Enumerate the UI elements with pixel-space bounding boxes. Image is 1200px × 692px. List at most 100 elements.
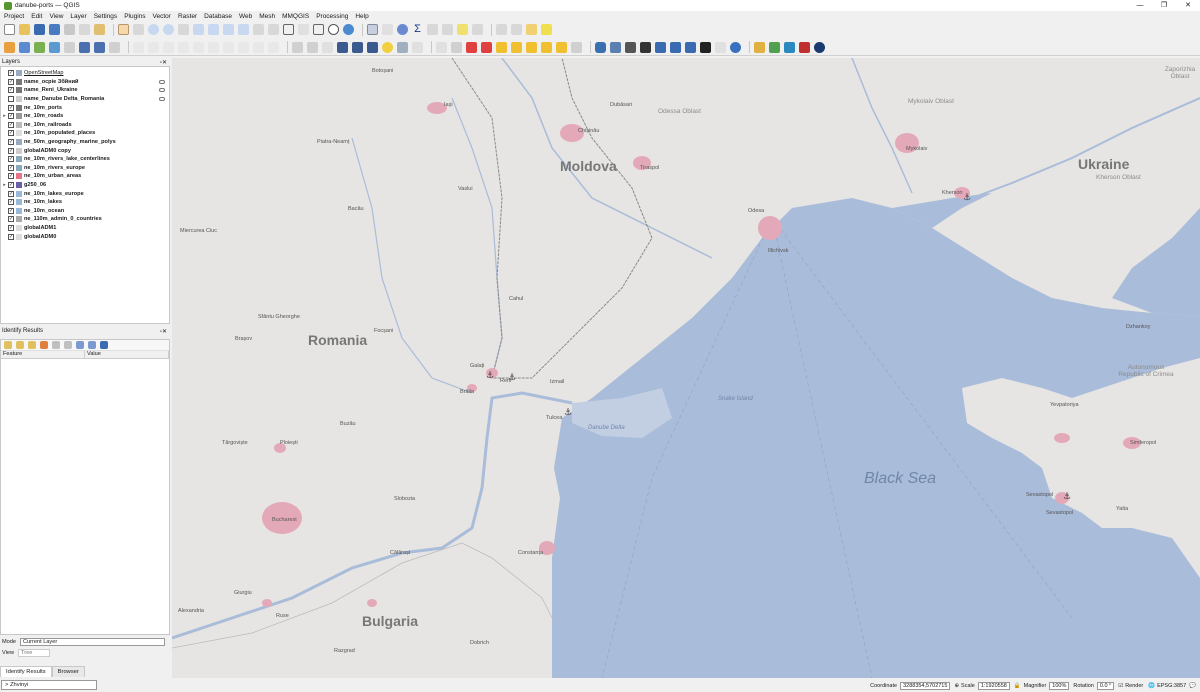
label-tool-icon[interactable] <box>292 41 303 53</box>
print-layout-icon[interactable] <box>64 24 75 35</box>
expand-new-icon[interactable] <box>28 341 36 349</box>
expand-arrow-icon[interactable]: ▸ <box>1 182 8 188</box>
view-select[interactable]: Tree <box>18 648 51 657</box>
layer-row[interactable]: ✓ globalADM0 <box>1 232 169 241</box>
save-project-icon[interactable] <box>34 24 45 35</box>
map-tips-icon[interactable] <box>472 24 483 35</box>
mmqgis-tool-icon[interactable] <box>436 41 447 53</box>
layer-row[interactable]: ✓ ne_10m_rivers_lake_centerlines <box>1 155 169 164</box>
layer-visibility-checkbox[interactable]: ✓ <box>8 207 14 214</box>
select-by-value-icon[interactable] <box>511 24 522 35</box>
vertex-tool-icon[interactable] <box>178 41 189 53</box>
script-icon[interactable] <box>715 41 726 53</box>
copy-features-icon[interactable] <box>223 41 234 53</box>
menu-view[interactable]: View <box>49 13 63 20</box>
add-vector-layer-icon[interactable] <box>34 41 45 53</box>
network-plugin-icon[interactable] <box>784 41 795 53</box>
select-features-icon[interactable] <box>496 24 507 35</box>
folder-plugin-icon[interactable] <box>754 41 765 53</box>
identify-features-icon[interactable] <box>367 24 378 35</box>
add-wms-layer-icon[interactable] <box>94 41 105 53</box>
zoom-native-icon[interactable] <box>238 24 249 35</box>
layer-row[interactable]: name_Danube Delta_Romania <box>1 95 169 104</box>
layer-visibility-checkbox[interactable]: ✓ <box>8 199 14 206</box>
layer-visibility-checkbox[interactable]: ✓ <box>8 130 14 137</box>
mode-select[interactable]: Current Layer <box>20 637 165 646</box>
menu-database[interactable]: Database <box>204 13 232 20</box>
scale-combo[interactable]: 1:1920558 <box>977 681 1010 690</box>
processing-toolbox-icon[interactable] <box>397 24 408 35</box>
redo-icon[interactable] <box>268 41 279 53</box>
print-results-icon[interactable] <box>64 341 72 349</box>
layer-visibility-checkbox[interactable]: ✓ <box>8 139 14 146</box>
delete-selected-icon[interactable] <box>193 41 204 53</box>
text-annotation-2-icon[interactable] <box>412 41 423 53</box>
layer-indicator-icon[interactable] <box>159 79 165 84</box>
pan-to-selection-icon[interactable] <box>133 24 144 35</box>
menu-plugins[interactable]: Plugins <box>124 13 145 20</box>
layer-visibility-checkbox[interactable]: ✓ <box>8 156 14 163</box>
layer-row[interactable]: ▸ ✓ g250_06 <box>1 181 169 190</box>
layer-row[interactable]: ✓ ne_10m_lakes_europe <box>1 189 169 198</box>
menu-project[interactable]: Project <box>4 13 24 20</box>
layer-visibility-checkbox[interactable]: ✓ <box>8 224 14 231</box>
feature-column-header[interactable]: Feature <box>1 351 85 358</box>
favourite-star-icon[interactable] <box>382 41 393 53</box>
open-attribute-table-icon[interactable] <box>382 24 393 35</box>
lock-icon[interactable]: 🔒 <box>1014 683 1021 689</box>
cut-features-icon[interactable] <box>208 41 219 53</box>
layer-indicator-icon[interactable] <box>159 88 165 93</box>
statistics-sigma-icon[interactable]: Σ <box>412 24 423 35</box>
paste-features-icon[interactable] <box>238 41 249 53</box>
menu-mesh[interactable]: Mesh <box>259 13 275 20</box>
layer-visibility-checkbox[interactable] <box>8 96 14 103</box>
reload-plugin-icon[interactable] <box>730 41 741 53</box>
add-delimited-text-icon[interactable] <box>64 41 75 53</box>
style-manager-icon[interactable] <box>94 24 105 35</box>
mmqgis-yellow-3-icon[interactable] <box>526 41 537 53</box>
menu-settings[interactable]: Settings <box>94 13 118 20</box>
save-as-icon[interactable] <box>49 24 60 35</box>
new-project-icon[interactable] <box>4 24 15 35</box>
messages-icon[interactable]: 💬 <box>1189 683 1196 689</box>
mmqgis-grid-icon[interactable] <box>571 41 582 53</box>
eraser-icon[interactable] <box>451 41 462 53</box>
zoom-next-icon[interactable] <box>268 24 279 35</box>
tab-identify-results[interactable]: Identify Results <box>0 666 52 677</box>
globe-plugin-icon[interactable] <box>814 41 825 53</box>
layer-row[interactable]: ✓ name_Reni_Ukraine <box>1 86 169 95</box>
zoom-to-layer-icon[interactable] <box>223 24 234 35</box>
terminal-icon[interactable] <box>640 41 651 53</box>
mmqgis-yellow-1-icon[interactable] <box>496 41 507 53</box>
expand-tree-icon[interactable] <box>4 341 12 349</box>
mmqgis-yellow-5-icon[interactable] <box>556 41 567 53</box>
collapse-tree-icon[interactable] <box>16 341 24 349</box>
expand-arrow-icon[interactable]: ▸ <box>1 113 8 119</box>
annotation-icon[interactable] <box>541 24 552 35</box>
layer-row[interactable]: ✓ ne_10m_ports <box>1 103 169 112</box>
menu-help[interactable]: Help <box>355 13 368 20</box>
python-console-icon[interactable] <box>595 41 606 53</box>
crs-button[interactable]: EPSG:3857 <box>1157 683 1186 689</box>
geo-plugin-icon[interactable] <box>769 41 780 53</box>
menu-layer[interactable]: Layer <box>70 13 86 20</box>
magnifier-field[interactable]: 100% <box>1049 681 1070 690</box>
save-edits-icon[interactable] <box>148 41 159 53</box>
layer-visibility-checkbox[interactable]: ✓ <box>8 87 14 94</box>
add-raster-layer-icon[interactable] <box>49 41 60 53</box>
open-project-icon[interactable] <box>19 24 30 35</box>
add-spatialite-icon[interactable] <box>79 41 90 53</box>
close-button[interactable]: ✕ <box>1176 0 1200 11</box>
add-feature-icon[interactable] <box>163 41 174 53</box>
layout-manager-icon[interactable] <box>79 24 90 35</box>
html-icon[interactable] <box>685 41 696 53</box>
layer-row[interactable]: ✓ ne_10m_lakes <box>1 198 169 207</box>
copy-feature-icon[interactable] <box>52 341 60 349</box>
temporal-controller-icon[interactable] <box>328 24 339 35</box>
panel-close-icon[interactable]: ▫✕ <box>160 328 167 335</box>
move-label-icon[interactable] <box>337 41 348 53</box>
identify-mode-icon[interactable] <box>76 341 84 349</box>
layer-visibility-checkbox[interactable]: ✓ <box>8 78 14 85</box>
help-icon[interactable] <box>100 341 108 349</box>
menu-web[interactable]: Web <box>239 13 252 20</box>
